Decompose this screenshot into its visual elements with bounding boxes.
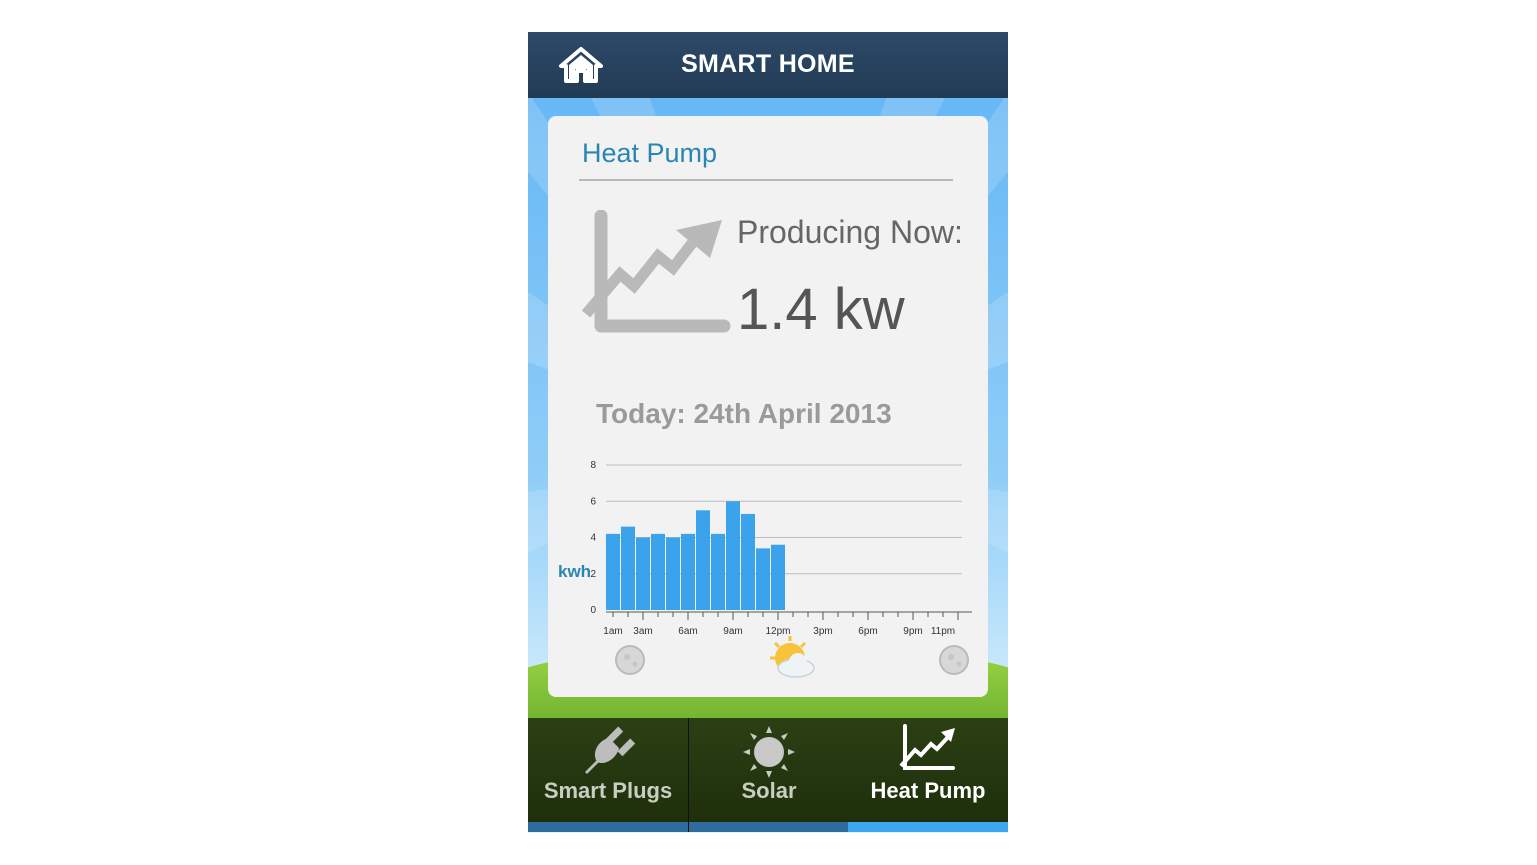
y-tick-label: 0	[590, 605, 596, 616]
x-tick-label: 6am	[678, 626, 697, 637]
trend-chart-icon	[899, 724, 955, 770]
x-tick-label: 12pm	[765, 626, 790, 637]
plug-icon	[585, 726, 636, 774]
today-date-label: Today: 24th April 2013	[596, 398, 892, 429]
x-tick-label: 11pm	[931, 626, 955, 637]
bar	[681, 533, 695, 610]
energy-bar-chart: 0 2 4 6 8 kwh 1am 3am 6am 9am 12pm 3pm 6pm 9pm 11pm	[558, 460, 972, 678]
bar	[651, 533, 665, 610]
tab-label: Solar	[741, 778, 797, 803]
x-axis: 1am 3am 6am 9am 12pm 3pm 6pm 9pm 11pm	[603, 611, 972, 637]
x-tick-label: 9pm	[903, 626, 922, 637]
tab-smart-plugs[interactable]: Smart Plugs	[528, 718, 688, 832]
y-axis-label: kwh	[558, 562, 591, 581]
card-title: Heat Pump	[582, 138, 718, 168]
tab-heat-pump[interactable]: Heat Pump	[848, 718, 1008, 832]
tab-label: Heat Pump	[870, 778, 986, 803]
bar	[621, 526, 635, 610]
tab-indicator	[848, 822, 1008, 832]
bar	[606, 533, 620, 610]
bar	[696, 510, 710, 610]
sun-icon	[743, 726, 795, 778]
app-header: SMART HOME	[528, 32, 1008, 98]
tab-indicator	[528, 822, 688, 832]
y-tick-label: 2	[590, 569, 596, 580]
bar	[636, 537, 650, 610]
title-divider	[579, 179, 953, 181]
bar	[666, 537, 680, 610]
app-title: SMART HOME	[681, 50, 855, 78]
producing-now-label: Producing Now:	[737, 214, 963, 250]
tab-indicator	[689, 822, 849, 832]
bar	[756, 548, 770, 610]
bar	[771, 544, 785, 610]
x-tick-label: 9am	[723, 626, 742, 637]
y-tick-label: 8	[590, 460, 596, 471]
bar	[741, 513, 755, 610]
x-tick-label: 6pm	[858, 626, 877, 637]
producing-now-value: 1.4 kw	[737, 277, 905, 342]
bar	[726, 501, 740, 610]
y-tick-label: 4	[590, 533, 596, 544]
y-tick-label: 6	[590, 496, 596, 507]
tab-label: Smart Plugs	[543, 778, 673, 803]
x-tick-label: 1am	[603, 626, 622, 637]
chart-bars	[606, 501, 785, 610]
sun-cloud-icon	[770, 636, 815, 678]
moon-icon	[615, 645, 645, 675]
x-tick-label: 3am	[633, 626, 652, 637]
trend-chart-icon	[581, 210, 731, 333]
phone-screen: SMART HOME Heat Pump Producing Now: 1.4 …	[528, 32, 1008, 833]
chart-day-icons	[615, 636, 969, 678]
bar	[711, 533, 725, 610]
moon-icon	[939, 645, 969, 675]
y-axis-ticks: 0 2 4 6 8	[590, 460, 596, 616]
heat-pump-card: Heat Pump Producing Now: 1.4 kw Today: 2…	[548, 116, 988, 697]
tab-solar[interactable]: Solar	[688, 718, 849, 832]
bottom-navigation: Smart Plugs Solar Heat Pump	[528, 718, 1008, 833]
x-tick-label: 3pm	[813, 626, 832, 637]
